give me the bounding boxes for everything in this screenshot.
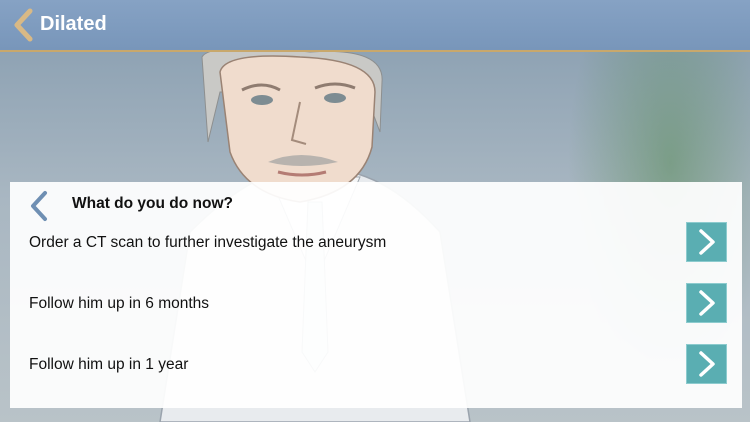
back-button[interactable] [10, 8, 38, 42]
option-select-button[interactable] [686, 222, 727, 262]
page-title: Dilated [40, 13, 107, 35]
chevron-right-icon [699, 229, 715, 255]
option-label: Order a CT scan to further investigate t… [29, 234, 387, 251]
option-select-button[interactable] [686, 344, 727, 384]
option-ct-scan[interactable]: Order a CT scan to further investigate t… [10, 218, 742, 268]
option-label: Follow him up in 1 year [29, 356, 189, 373]
option-follow-6-months[interactable]: Follow him up in 6 months [10, 279, 742, 329]
option-follow-1-year[interactable]: Follow him up in 1 year [10, 340, 742, 390]
app-header: Dilated [0, 0, 750, 52]
chevron-right-icon [699, 351, 715, 377]
option-select-button[interactable] [686, 283, 727, 323]
question-text: What do you do now? [72, 195, 233, 212]
chevron-right-icon [699, 290, 715, 316]
question-panel: What do you do now? Order a CT scan to f… [10, 182, 742, 408]
chevron-left-icon [14, 8, 33, 42]
option-label: Follow him up in 6 months [29, 295, 210, 312]
